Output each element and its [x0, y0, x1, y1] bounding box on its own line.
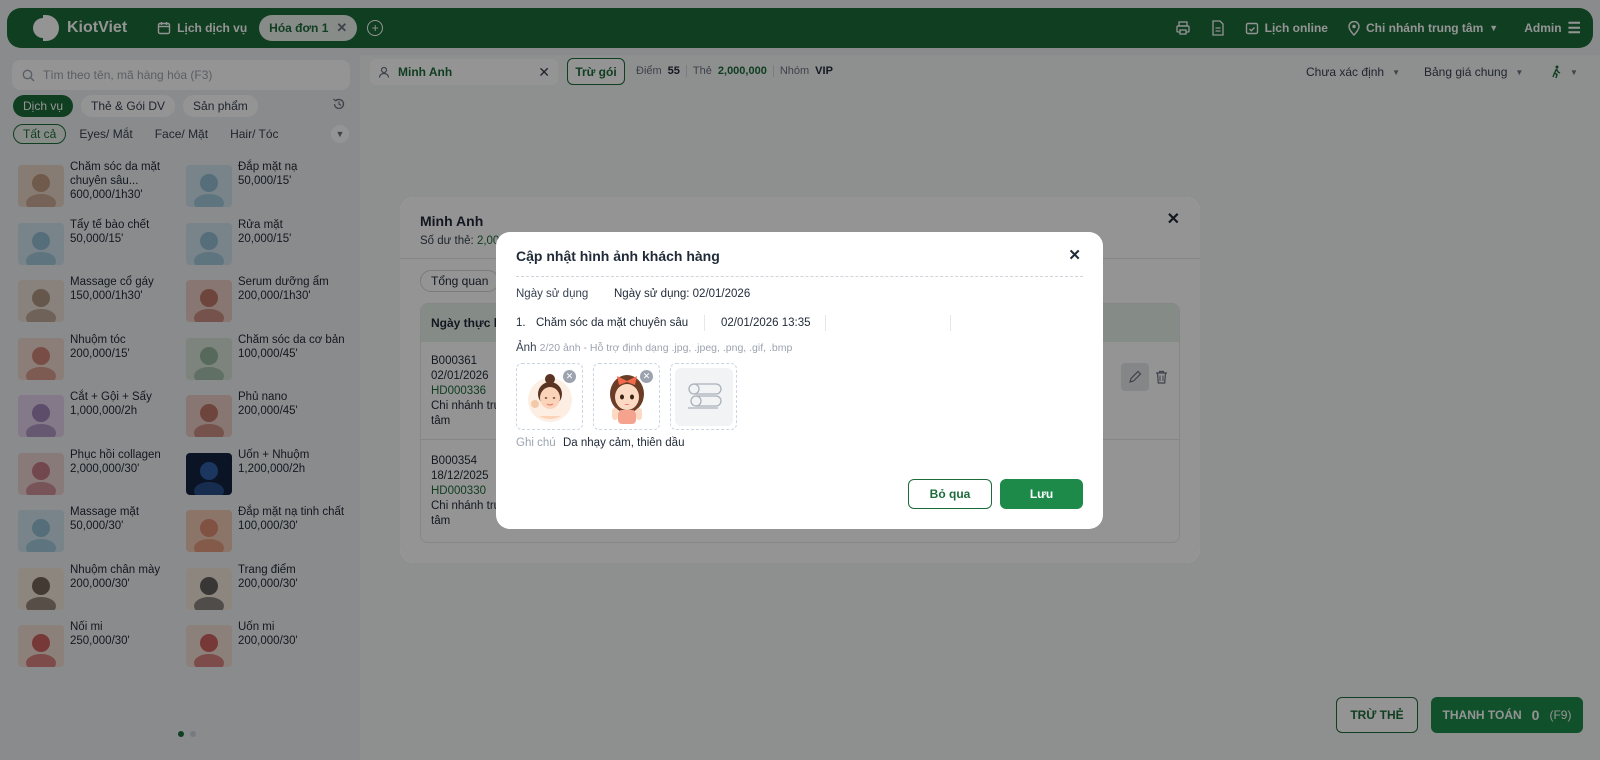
towels-photo: [674, 367, 733, 426]
towels-icon: [687, 382, 722, 409]
photo-hint: 2/20 ảnh - Hỗ trợ định dạng .jpg, .jpeg,…: [539, 342, 793, 354]
note-label: Ghi chú: [516, 437, 556, 449]
note-input[interactable]: Da nhạy cảm, thiên dầu: [563, 437, 684, 449]
line-service-name: Chăm sóc da mặt chuyên sâu: [536, 317, 689, 329]
use-date-label: Ngày sử dụng: [516, 288, 589, 300]
divider: [516, 276, 1083, 277]
line-time: 02/01/2026 13:35: [721, 317, 811, 329]
line-number: 1.: [516, 317, 526, 329]
divider: [825, 315, 826, 331]
use-date-value: Ngày sử dụng: 02/01/2026: [614, 288, 751, 300]
close-icon[interactable]: ✕: [1068, 246, 1081, 264]
photo-thumbnail[interactable]: ✕: [516, 363, 583, 430]
remove-photo-icon[interactable]: ✕: [640, 370, 653, 383]
service-line: 1. Chăm sóc da mặt chuyên sâu 02/01/2026…: [516, 313, 1083, 333]
save-button[interactable]: Lưu: [1000, 479, 1083, 509]
photo-label: Ảnh: [516, 342, 537, 354]
divider: [950, 315, 951, 331]
modal-title: Cập nhật hình ảnh khách hàng: [516, 248, 720, 264]
photo-list: ✕ ✕: [516, 363, 737, 430]
cancel-button[interactable]: Bỏ qua: [908, 479, 992, 509]
photo-section: Ảnh 2/20 ảnh - Hỗ trợ định dạng .jpg, .j…: [516, 342, 792, 354]
photo-thumbnail[interactable]: ✕: [593, 363, 660, 430]
remove-photo-icon[interactable]: ✕: [563, 370, 576, 383]
update-customer-photos-modal: Cập nhật hình ảnh khách hàng ✕ Ngày sử d…: [496, 232, 1103, 529]
add-photo-slot[interactable]: [670, 363, 737, 430]
